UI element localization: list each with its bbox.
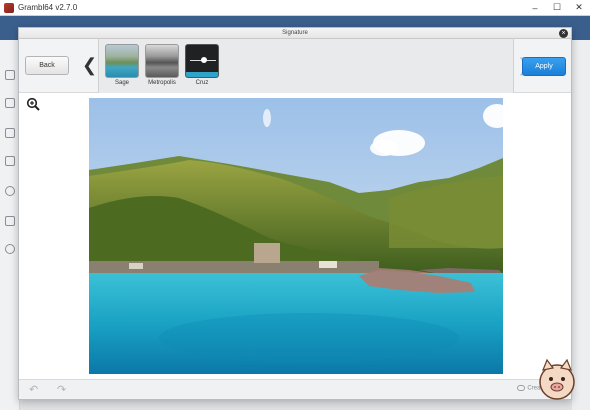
selected-indicator (186, 72, 218, 77)
filter-toolbar: Back ❮ Sage Metropolis Cruz ❯ Apply (19, 39, 571, 93)
filter-cruz[interactable]: Cruz (185, 44, 219, 86)
window-titlebar: Grambl64 v2.7.0 – ☐ ✕ (0, 0, 590, 16)
background-app-right-panel (572, 40, 590, 410)
filter-label: Cruz (195, 80, 209, 86)
sidebar-icon (5, 186, 15, 196)
filter-metropolis[interactable]: Metropolis (145, 44, 179, 86)
slider-knob-icon (201, 57, 207, 63)
app-logo-icon (4, 2, 14, 13)
filter-thumbnail (145, 44, 179, 78)
back-button[interactable]: Back (25, 56, 69, 75)
sidebar-icon (5, 244, 15, 254)
sidebar-icon (5, 70, 15, 80)
apply-button[interactable]: Apply (522, 57, 566, 76)
zoom-in-icon[interactable] (26, 97, 40, 111)
mascot-watermark-icon (539, 358, 575, 400)
signature-dialog: Signature × Back ❮ Sage Metropolis Cruz (18, 27, 572, 400)
minimize-button[interactable]: – (524, 0, 546, 16)
sidebar-icon (5, 156, 15, 166)
background-app-sidebar (0, 40, 20, 410)
dialog-footer: ↶ ↷ Creative Cloud (19, 379, 571, 399)
window-title: Grambl64 v2.7.0 (18, 3, 78, 12)
dialog-title: Signature (282, 30, 308, 36)
creative-cloud-icon (517, 385, 526, 391)
filter-thumbnail-selected (185, 44, 219, 78)
redo-icon[interactable]: ↷ (57, 383, 71, 397)
dialog-header: Signature × (19, 28, 571, 39)
filter-strip: Sage Metropolis Cruz (98, 39, 514, 93)
landscape-photo (89, 98, 503, 374)
maximize-button[interactable]: ☐ (546, 0, 568, 16)
undo-icon[interactable]: ↶ (29, 383, 43, 397)
sidebar-icon (5, 216, 15, 226)
sidebar-icon (5, 128, 15, 138)
close-window-button[interactable]: ✕ (568, 0, 590, 16)
photo-preview[interactable] (89, 98, 503, 374)
sidebar-icon (5, 98, 15, 108)
dialog-close-button[interactable]: × (559, 29, 568, 38)
filter-sage[interactable]: Sage (105, 44, 139, 86)
filter-thumbnail (105, 44, 139, 78)
chevron-left-icon[interactable]: ❮ (82, 53, 97, 77)
